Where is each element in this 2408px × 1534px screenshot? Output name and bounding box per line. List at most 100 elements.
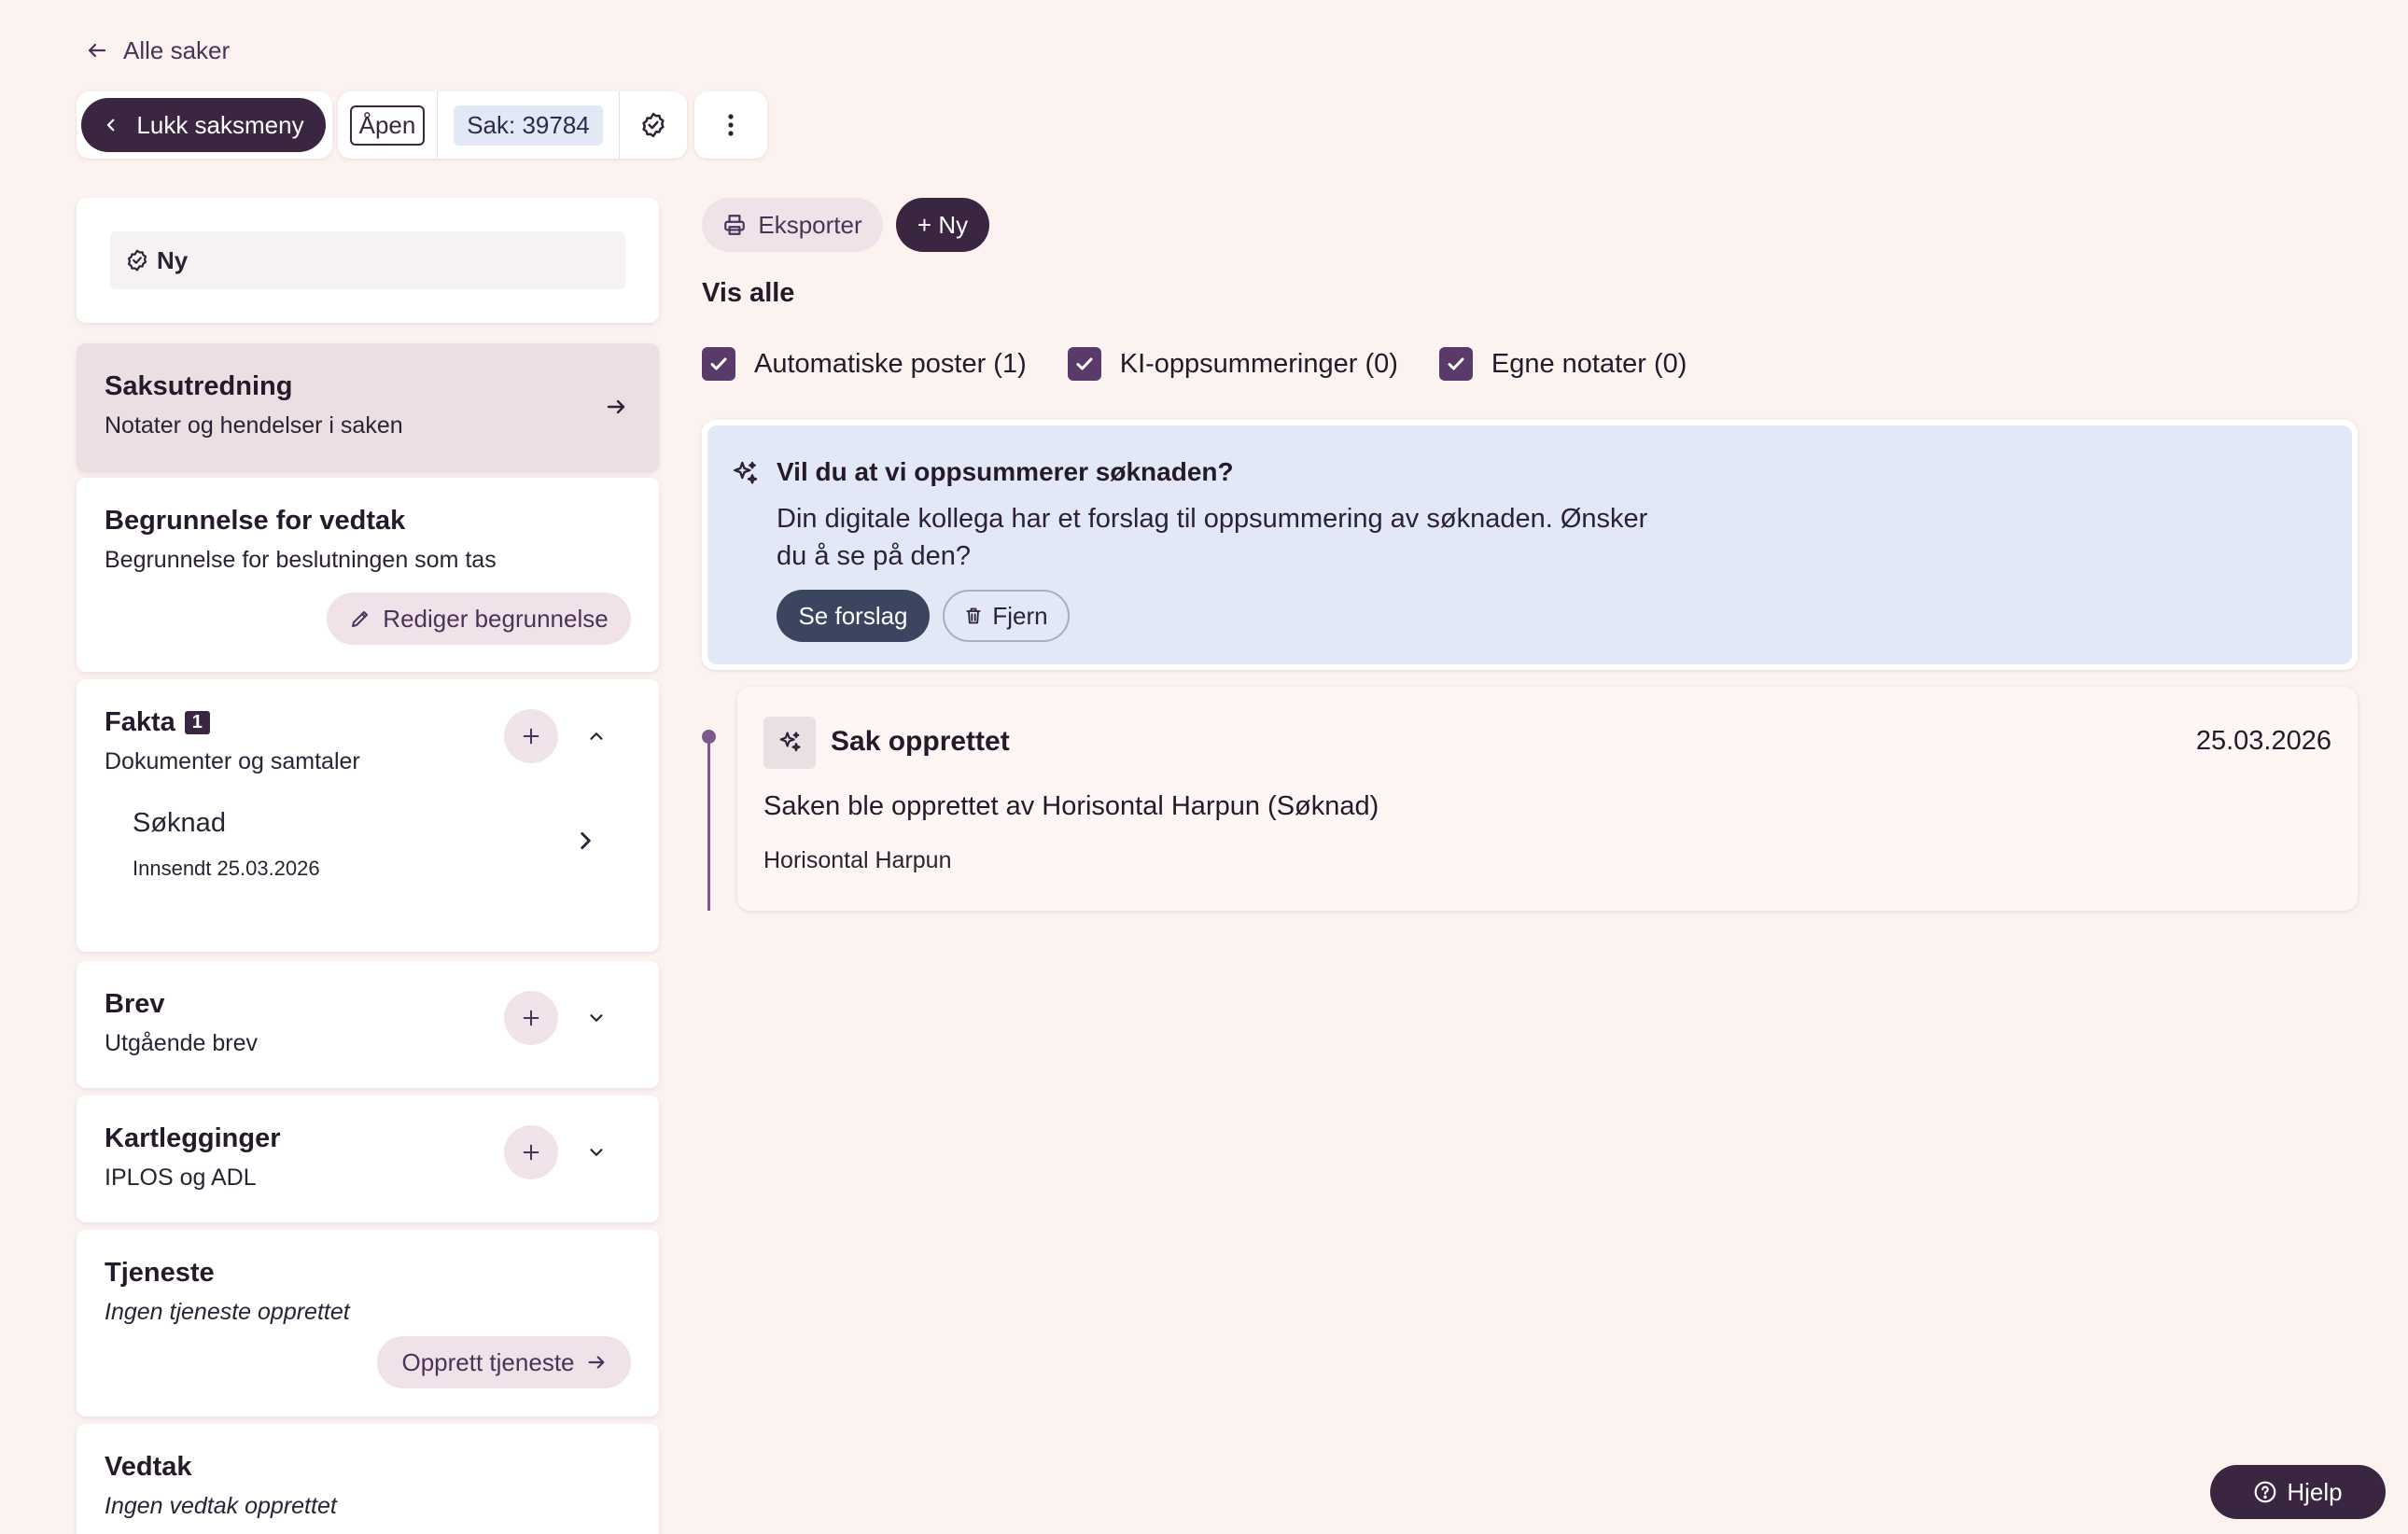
chevron-right-icon (573, 829, 597, 853)
toolbar-case-info-group: Åpen Sak: 39784 (338, 91, 687, 159)
question-circle-icon (2253, 1480, 2277, 1504)
ai-suggestion-inner: Vil du at vi oppsummerer søknaden? Din d… (707, 425, 2352, 664)
tjeneste-title: Tjeneste (105, 1258, 215, 1288)
filter-ai-summaries[interactable]: KI-oppsummeringer (0) (1067, 347, 1398, 381)
case-number-cell: Sak: 39784 (438, 105, 619, 146)
chevron-down-icon[interactable] (586, 1142, 607, 1163)
plus-icon (521, 726, 541, 746)
entry-date: 25.03.2026 (2195, 726, 2331, 756)
fakta-subtitle: Dokumenter og samtaler (105, 748, 360, 774)
begrunnelse-title: Begrunnelse for vedtak (105, 506, 406, 536)
kartlegginger-title: Kartlegginger (105, 1123, 281, 1153)
printer-icon (722, 213, 747, 237)
checkbox-checked[interactable] (1067, 347, 1101, 381)
entry-icon-box (763, 717, 816, 769)
fakta-title: Fakta (105, 707, 175, 737)
timeline-line (707, 730, 710, 911)
add-brev-button[interactable] (504, 991, 558, 1045)
badge-check-icon (639, 111, 667, 139)
filter-row: Automatiske poster (1) KI-oppsummeringer… (702, 345, 1687, 383)
chevron-left-icon (103, 117, 119, 133)
vedtak-subtitle: Ingen vedtak opprettet (105, 1493, 337, 1519)
arrow-left-icon (86, 39, 108, 62)
remove-suggestion-button[interactable]: Fjern (943, 590, 1070, 642)
status-field[interactable]: Ny (110, 231, 625, 289)
fakta-header: Fakta 1 (105, 707, 210, 738)
add-kartlegging-button[interactable] (504, 1125, 558, 1179)
edit-justification-label: Rediger begrunnelse (383, 604, 609, 633)
timeline-entry-card[interactable]: Sak opprettet 25.03.2026 Saken ble oppre… (737, 687, 2358, 911)
entry-author: Horisontal Harpun (763, 847, 952, 873)
create-service-label: Opprett tjeneste (401, 1347, 575, 1376)
saksutredning-subtitle: Notater og hendelser i saken (105, 412, 403, 439)
see-suggestion-label: Se forslag (798, 601, 908, 630)
more-options-button[interactable] (694, 91, 767, 159)
plus-icon (521, 1008, 541, 1028)
sparkles-icon (777, 730, 803, 756)
back-to-all-cases-link[interactable]: Alle saker (86, 32, 230, 69)
nav-card-begrunnelse: Begrunnelse for vedtak Begrunnelse for b… (77, 478, 659, 672)
fakta-list-item-soknad[interactable]: Søknad Innsendt 25.03.2026 (105, 799, 631, 901)
ai-suggestion-panel: Vil du at vi oppsummerer søknaden? Din d… (702, 420, 2358, 670)
checkbox-checked[interactable] (702, 347, 735, 381)
edit-justification-button[interactable]: Rediger begrunnelse (327, 593, 631, 645)
nav-card-kartlegginger: Kartlegginger IPLOS og ADL (77, 1095, 659, 1222)
arrow-right-icon (605, 396, 627, 418)
kartlegginger-subtitle: IPLOS og ADL (105, 1164, 257, 1191)
vedtak-title: Vedtak (105, 1452, 192, 1482)
entry-title: Sak opprettet (831, 726, 1010, 757)
status-card: Ny (77, 198, 659, 323)
soknad-title: Søknad (133, 808, 226, 838)
nav-card-saksutredning[interactable]: Saksutredning Notater og hendelser i sak… (77, 343, 659, 472)
entry-body: Saken ble opprettet av Horisontal Harpun… (763, 791, 1379, 821)
remove-suggestion-label: Fjern (992, 601, 1048, 630)
new-entry-label: + Ny (917, 210, 969, 239)
arrow-right-icon (586, 1352, 607, 1373)
status-label: Ny (157, 245, 189, 274)
new-entry-button[interactable]: + Ny (896, 198, 989, 252)
badge-check-icon (125, 248, 149, 272)
help-button[interactable]: Hjelp (2210, 1465, 2386, 1519)
chevron-up-icon[interactable] (586, 726, 607, 746)
suggestion-text: Din digitale kollega har et forslag til … (777, 500, 1647, 575)
create-service-button[interactable]: Opprett tjeneste (377, 1336, 631, 1388)
tjeneste-subtitle: Ingen tjeneste opprettet (105, 1299, 350, 1325)
sparkles-icon (730, 459, 760, 489)
chevron-down-icon[interactable] (586, 1008, 607, 1028)
help-label: Hjelp (2287, 1477, 2343, 1506)
filter-own-notes[interactable]: Egne notater (0) (1438, 347, 1687, 381)
pencil-icon (349, 607, 371, 630)
see-suggestion-button[interactable]: Se forslag (777, 590, 930, 642)
back-link-label: Alle saker (123, 35, 231, 64)
filter-label: KI-oppsummeringer (0) (1119, 348, 1398, 379)
verified-status-button[interactable] (620, 91, 687, 159)
timeline-dot (702, 730, 716, 744)
export-button[interactable]: Eksporter (702, 198, 883, 252)
checkbox-checked[interactable] (1438, 347, 1473, 381)
nav-card-fakta: Fakta 1 Dokumenter og samtaler Søknad In… (77, 679, 659, 952)
add-fakta-button[interactable] (504, 709, 558, 763)
toolbar-close-group: Lukk saksmeny (77, 91, 332, 159)
export-label: Eksporter (758, 210, 862, 239)
filter-automatic-posts[interactable]: Automatiske poster (1) (702, 347, 1027, 381)
close-case-menu-button[interactable]: Lukk saksmeny (81, 98, 326, 152)
soknad-meta: Innsendt 25.03.2026 (133, 857, 320, 880)
filter-label: Automatiske poster (1) (754, 348, 1027, 379)
nav-card-tjeneste: Tjeneste Ingen tjeneste opprettet Oppret… (77, 1230, 659, 1416)
brev-subtitle: Utgående brev (105, 1030, 259, 1056)
saksutredning-title: Saksutredning (105, 371, 293, 401)
close-case-menu-label: Lukk saksmeny (136, 110, 304, 139)
filter-label: Egne notater (0) (1491, 348, 1687, 379)
case-number-badge: Sak: 39784 (454, 105, 603, 146)
trash-icon (964, 606, 983, 626)
plus-icon (521, 1142, 541, 1163)
fakta-count-badge: 1 (184, 711, 210, 734)
nav-card-brev: Brev Utgående brev (77, 961, 659, 1088)
case-status-badge: Åpen (349, 105, 426, 146)
begrunnelse-subtitle: Begrunnelse for beslutningen som tas (105, 547, 497, 573)
status-cell: Åpen (338, 105, 437, 146)
suggestion-text-line: du å se på den? (777, 541, 972, 571)
brev-title: Brev (105, 989, 165, 1019)
nav-card-vedtak: Vedtak Ingen vedtak opprettet (77, 1424, 659, 1534)
suggestion-title: Vil du at vi oppsummerer søknaden? (777, 457, 1234, 486)
